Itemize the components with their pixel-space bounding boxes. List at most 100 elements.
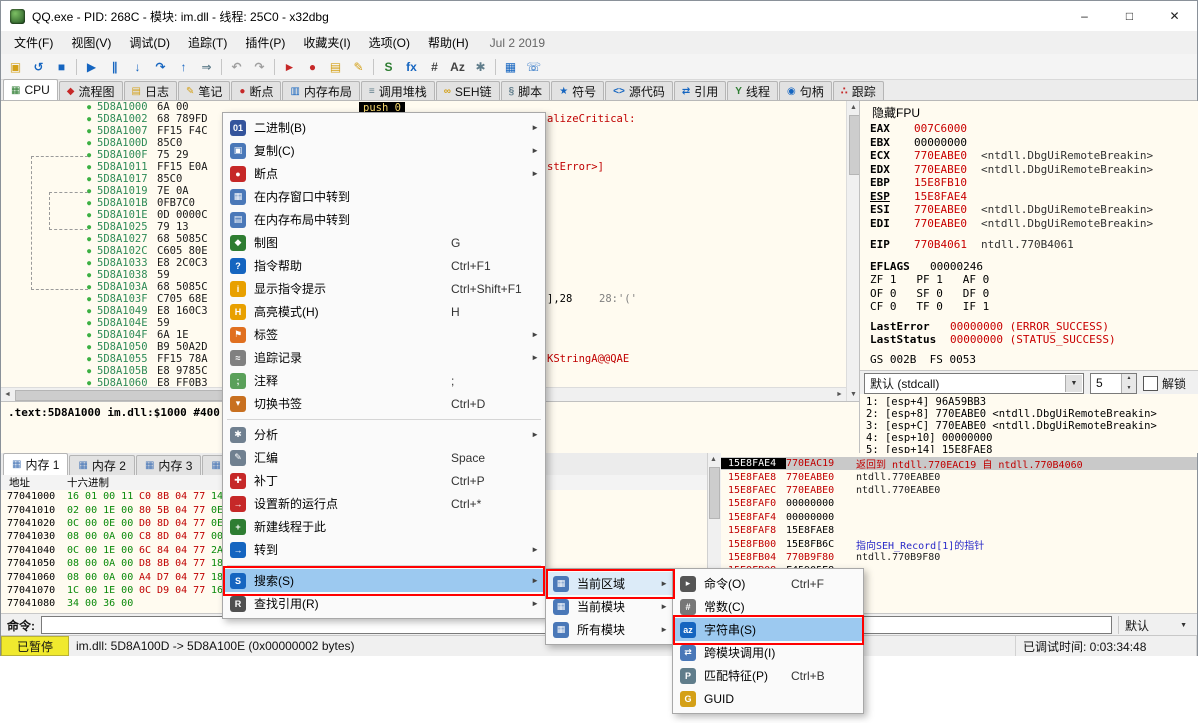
argument-row[interactable]: 2: [esp+8] 770EABE0 <ntdll.DbgUiRemoteBr… <box>866 408 1192 420</box>
attach-button[interactable]: ☏ <box>522 56 545 77</box>
menu-item[interactable]: 01二进制(B)► <box>223 116 545 139</box>
view-tab[interactable]: ▦CPU <box>3 79 58 100</box>
scroll-right-icon[interactable]: ► <box>833 388 846 401</box>
menubar-item[interactable]: 追踪(T) <box>179 31 236 54</box>
register-row[interactable]: ESP15E8FAE4 <box>870 190 1196 204</box>
checkbox-icon[interactable] <box>1143 376 1158 391</box>
menu-item[interactable]: ▦当前区域► <box>546 572 674 595</box>
view-tab[interactable]: ●断点 <box>231 81 281 100</box>
settings-button[interactable]: ✱ <box>469 56 492 77</box>
argument-row[interactable]: 4: [esp+10] 00000000 <box>866 432 1192 444</box>
menu-item[interactable]: #常数(C) <box>673 595 863 618</box>
argument-row[interactable]: 5: [esp+14] 15E8FAE8 <box>866 444 1192 453</box>
scroll-up-icon[interactable]: ▲ <box>707 453 720 466</box>
last-error-row[interactable]: LastError00000000 (ERROR_SUCCESS) <box>870 320 1196 334</box>
view-tab[interactable]: ◆流程图 <box>59 81 123 100</box>
spin-down-icon[interactable]: ▼ <box>1122 383 1136 393</box>
dump-tab[interactable]: ▦内存 2 <box>69 455 134 475</box>
view-tab[interactable]: ⇄引用 <box>674 81 726 100</box>
menu-item[interactable]: ▸命令(O)Ctrl+F <box>673 572 863 595</box>
disasm-vertical-scrollbar[interactable]: ▲ ▼ <box>846 101 860 401</box>
menu-item[interactable]: ◆制图G <box>223 231 545 254</box>
register-row[interactable]: ECX770EABE0<ntdll.DbgUiRemoteBreakin> <box>870 149 1196 163</box>
view-tab[interactable]: ★符号 <box>551 81 604 100</box>
menu-item[interactable]: →转到► <box>223 538 545 561</box>
menu-item[interactable]: H高亮模式(H)H <box>223 300 545 323</box>
menu-item[interactable]: R查找引用(R)► <box>223 592 545 615</box>
menu-item[interactable]: ▦当前模块► <box>546 595 674 618</box>
view-tab[interactable]: ◉句柄 <box>779 81 832 100</box>
close-button[interactable]: ✕ <box>1152 1 1197 31</box>
view-tab[interactable]: ≡调用堆栈 <box>361 81 435 100</box>
stack-row[interactable]: 15E8FAF400000000 <box>721 511 1197 524</box>
menu-item[interactable]: ▦在内存窗口中转到 <box>223 185 545 208</box>
stack-row[interactable]: 15E8FAEC770EABE0ntdll.770EABE0 <box>721 484 1197 497</box>
set-origin-button[interactable]: ► <box>278 56 301 77</box>
menu-item[interactable]: i显示指令提示Ctrl+Shift+F1 <box>223 277 545 300</box>
forward-button[interactable]: ↷ <box>248 56 271 77</box>
maximize-button[interactable]: □ <box>1107 1 1152 31</box>
breakpoints-button[interactable]: ● <box>301 56 324 77</box>
register-row[interactable]: EAX007C6000 <box>870 122 1196 136</box>
open-file-button[interactable]: ▣ <box>4 56 27 77</box>
restart-button[interactable]: ↺ <box>27 56 50 77</box>
unlock-checkbox[interactable]: 解锁 <box>1143 375 1186 392</box>
menu-item[interactable]: ≈追踪记录► <box>223 346 545 369</box>
view-tab[interactable]: ▥内存布局 <box>282 81 359 100</box>
register-row[interactable]: EFLAGS00000246 <box>870 260 1196 274</box>
register-row[interactable]: EBX00000000 <box>870 136 1196 150</box>
calculator-button[interactable]: ▦ <box>499 56 522 77</box>
menu-item[interactable]: ⇄跨模块调用(I) <box>673 641 863 664</box>
view-tab[interactable]: ▤日志 <box>124 81 177 100</box>
menu-item[interactable]: →设置新的运行点Ctrl+* <box>223 492 545 515</box>
minimize-button[interactable]: – <box>1062 1 1107 31</box>
register-row[interactable]: ESI770EABE0<ntdll.DbgUiRemoteBreakin> <box>870 203 1196 217</box>
dump-tab[interactable]: ▦内存 3 <box>136 455 201 475</box>
calling-convention-select[interactable]: 默认 (stdcall) ▼ <box>864 373 1084 394</box>
menubar-item[interactable]: 视图(V) <box>62 31 120 54</box>
menubar-item[interactable]: 收藏夹(I) <box>294 31 359 54</box>
menu-item[interactable]: ●断点► <box>223 162 545 185</box>
hash-button[interactable]: # <box>423 56 446 77</box>
scroll-thumb[interactable] <box>709 467 720 519</box>
menu-item[interactable]: ✱分析► <box>223 423 545 446</box>
menu-item[interactable]: ▤在内存布局中转到 <box>223 208 545 231</box>
stack-row[interactable]: 15E8FAE4770EAC19返回到 ntdll.770EAC19 自 ntd… <box>721 457 1197 470</box>
argument-row[interactable]: 1: [esp+4] 96A59BB3 <box>866 396 1192 408</box>
step-out-button[interactable]: ↑ <box>172 56 195 77</box>
arguments-panel[interactable]: 1: [esp+4] 96A59BB32: [esp+8] 770EABE0 <… <box>860 394 1198 453</box>
view-tab[interactable]: ∞SEH链 <box>436 81 500 100</box>
pause-button[interactable]: ∥ <box>103 56 126 77</box>
view-tab[interactable]: <>源代码 <box>605 81 673 100</box>
menubar-item[interactable]: 文件(F) <box>5 31 62 54</box>
hide-fpu-button[interactable]: 隐藏FPU <box>872 104 920 121</box>
menu-item[interactable]: ✎汇编Space <box>223 446 545 469</box>
menu-item[interactable]: +新建线程于此 <box>223 515 545 538</box>
stack-row[interactable]: 15E8FB0015E8FB6C指向SEH_Record[1]的指针 <box>721 537 1197 550</box>
fx-button[interactable]: fx <box>400 56 423 77</box>
menu-item[interactable]: ⚑标签► <box>223 323 545 346</box>
menu-item[interactable]: ▣复制(C)► <box>223 139 545 162</box>
menu-item[interactable]: ▾切换书签Ctrl+D <box>223 392 545 415</box>
dump-tab[interactable]: ▦内存 1 <box>3 453 68 475</box>
argument-row[interactable]: 3: [esp+C] 770EABE0 <ntdll.DbgUiRemoteBr… <box>866 420 1192 432</box>
scroll-left-icon[interactable]: ◄ <box>1 388 14 401</box>
menu-item[interactable]: S搜索(S)► <box>223 569 545 592</box>
stack-row[interactable]: 15E8FAE8770EABE0ntdll.770EABE0 <box>721 470 1197 483</box>
menu-item[interactable]: az字符串(S) <box>673 618 863 641</box>
menu-item[interactable]: P匹配特征(P)Ctrl+B <box>673 664 863 687</box>
font-button[interactable]: Az <box>446 56 469 77</box>
notes-button[interactable]: ✎ <box>347 56 370 77</box>
view-tab[interactable]: ∴跟踪 <box>833 81 884 100</box>
register-row[interactable]: EDX770EABE0<ntdll.DbgUiRemoteBreakin> <box>870 163 1196 177</box>
run-to-user-code-button[interactable]: ⇒ <box>195 56 218 77</box>
menu-item[interactable]: GGUID <box>673 687 863 710</box>
menu-item[interactable]: ?指令帮助Ctrl+F1 <box>223 254 545 277</box>
scylla-button[interactable]: S <box>377 56 400 77</box>
command-profile-dropdown[interactable]: 默认 ▼ <box>1118 616 1193 634</box>
menubar-item[interactable]: 调试(D) <box>120 31 179 54</box>
spin-up-icon[interactable]: ▲ <box>1122 374 1136 384</box>
menu-item[interactable]: ▦所有模块► <box>546 618 674 641</box>
view-tab[interactable]: ✎笔记 <box>178 81 230 100</box>
last-status-row[interactable]: LastStatus00000000 (STATUS_SUCCESS) <box>870 333 1196 347</box>
